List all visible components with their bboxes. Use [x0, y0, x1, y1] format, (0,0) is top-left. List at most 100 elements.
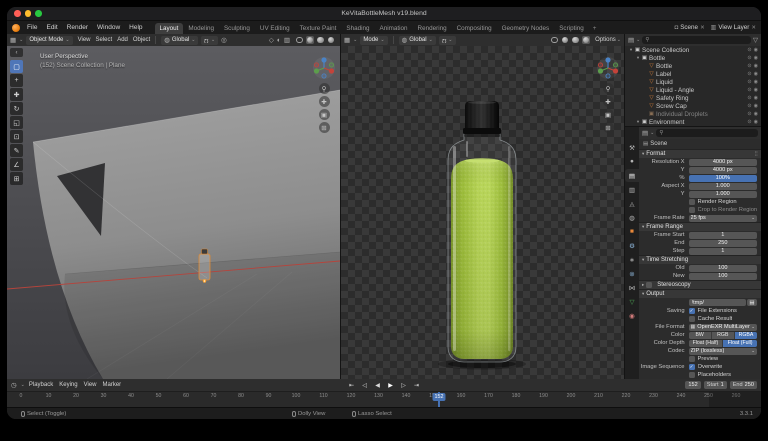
workspace-tab-rendering[interactable]: Rendering	[413, 23, 452, 34]
output-path-field[interactable]: /tmp/	[689, 299, 746, 306]
jump-to-end-button[interactable]: ⇥	[412, 382, 422, 389]
view-layer-selector[interactable]: ▥ View Layer ✕	[711, 24, 756, 31]
eye-icon[interactable]: ⊙	[747, 87, 751, 93]
float-full-option[interactable]: Float (Full)	[723, 340, 757, 347]
pan-icon[interactable]: ✚	[603, 96, 614, 107]
step-field[interactable]: 1	[689, 248, 757, 255]
mode-selector[interactable]: Mode⌄	[360, 36, 387, 45]
cache-result-checkbox[interactable]	[689, 316, 695, 322]
snap-toggle[interactable]: Ω⌄	[439, 36, 456, 45]
shading-rendered-button[interactable]	[582, 36, 591, 45]
eye-icon[interactable]: ⊙	[747, 111, 751, 117]
mode-selector[interactable]: Object Mode⌄	[26, 36, 72, 45]
camera-icon[interactable]: ◉	[754, 63, 758, 69]
editor-type-icon[interactable]: ▦	[10, 36, 16, 44]
file-browser-button[interactable]: ▤	[747, 299, 757, 306]
play-reverse-button[interactable]: ◀	[373, 382, 383, 389]
outliner-search-input[interactable]: ⚲	[642, 36, 751, 44]
navigation-gizmo[interactable]	[312, 56, 336, 80]
properties-tab-world[interactable]: ◍	[625, 211, 639, 224]
shading-solid-button[interactable]	[561, 36, 570, 45]
tool-box-select[interactable]: ▢	[10, 60, 23, 73]
properties-tab-object-data[interactable]: ▽	[625, 295, 639, 308]
camera-icon[interactable]: ◉	[754, 119, 758, 125]
aspect-x-field[interactable]: 1.000	[689, 183, 757, 190]
timeline-menu-keying[interactable]: Keying	[59, 382, 77, 388]
menu-help[interactable]: Help	[125, 24, 146, 31]
toggle-projection-icon[interactable]: ⊞	[319, 122, 330, 133]
properties-tab-material[interactable]: ◉	[625, 309, 639, 322]
viewport-menu-select[interactable]: Select	[96, 37, 113, 43]
old-field[interactable]: 100	[689, 265, 757, 272]
tool-add-primitive[interactable]: ⊞	[10, 172, 23, 185]
prev-keyframe-button[interactable]: ◁	[360, 382, 370, 389]
viewport-menu-add[interactable]: Add	[117, 37, 128, 43]
toolbar-collapse-button[interactable]: ‹	[10, 48, 23, 57]
rgba-option[interactable]: RGBA	[735, 332, 757, 339]
render-region-checkbox[interactable]	[689, 199, 695, 205]
overlays-icon[interactable]: ◐	[277, 37, 281, 44]
scene-selector[interactable]: ◘ Scene ✕	[675, 24, 705, 31]
workspace-tab-geometry-nodes[interactable]: Geometry Nodes	[497, 23, 555, 34]
camera-icon[interactable]: ◉	[754, 55, 758, 61]
frame-rate-dropdown[interactable]: 25 fps⌄	[689, 215, 757, 222]
tool-transform[interactable]: ⊡	[10, 130, 23, 143]
panel-checkbox[interactable]	[646, 282, 652, 288]
properties-tab-output[interactable]: ▤	[625, 169, 639, 182]
next-keyframe-button[interactable]: ▷	[399, 382, 409, 389]
pan-icon[interactable]: ✚	[319, 96, 330, 107]
preview-checkbox[interactable]	[689, 356, 695, 362]
unlink-scene-icon[interactable]: ✕	[700, 25, 705, 31]
shading-wireframe-button[interactable]	[550, 36, 559, 45]
new-field[interactable]: 100	[689, 273, 757, 280]
properties-search-input[interactable]: ⚲	[656, 129, 758, 137]
workspace-tab-shading[interactable]: Shading	[341, 23, 374, 34]
timeline-menu-view[interactable]: View	[84, 382, 97, 388]
overwrite-checkbox[interactable]	[689, 364, 695, 370]
frame-start-field[interactable]: 1	[689, 232, 757, 239]
outliner-row-environment[interactable]: ▾▣Environment⊙◉	[625, 118, 761, 126]
camera-view-icon[interactable]: ▣	[603, 109, 614, 120]
filter-icon[interactable]: ▽	[753, 36, 758, 44]
eye-icon[interactable]: ⊙	[747, 103, 751, 109]
transform-orientation-selector[interactable]: ◍Global⌄	[161, 36, 198, 45]
menu-render[interactable]: Render	[63, 24, 92, 31]
outliner-row-label[interactable]: ▽Label⊙◉	[625, 70, 761, 78]
panel-header-stereoscopy[interactable]: ▸Stereoscopy	[639, 280, 761, 289]
outliner-row-individual-droplets[interactable]: ▣Individual Droplets⊙◉	[625, 110, 761, 118]
camera-icon[interactable]: ◉	[754, 71, 758, 77]
tool-scale[interactable]: ◱	[10, 116, 23, 129]
properties-tab-object[interactable]: ■	[625, 225, 639, 238]
play-button[interactable]: ▶	[386, 382, 396, 389]
camera-icon[interactable]: ◉	[754, 47, 758, 53]
outliner-row-safety-ring[interactable]: ▽Safety Ring⊙◉	[625, 94, 761, 102]
panel-header-format[interactable]: ▾Format⣿	[639, 149, 761, 158]
timeline-menu-playback[interactable]: Playback	[29, 382, 53, 388]
tool-move[interactable]: ✚	[10, 88, 23, 101]
properties-tab-render[interactable]: ●	[625, 155, 639, 168]
bw-option[interactable]: BW	[689, 332, 711, 339]
workspace-tab-uv-editing[interactable]: UV Editing	[255, 23, 295, 34]
file-extensions-checkbox[interactable]	[689, 308, 695, 314]
camera-icon[interactable]: ◉	[754, 87, 758, 93]
jump-to-start-button[interactable]: ⇤	[347, 382, 357, 389]
panel-header-frame-range[interactable]: ▾Frame Range	[639, 222, 761, 231]
outliner-row-bottle[interactable]: ▽Bottle⊙◉	[625, 62, 761, 70]
editor-type-icon[interactable]: ▤	[628, 36, 634, 44]
outliner-row-liquid[interactable]: ▽Liquid⊙◉	[625, 78, 761, 86]
current-frame-field[interactable]: 152	[685, 381, 700, 389]
shading-material-preview-button[interactable]	[316, 36, 325, 45]
viewport-solid-canvas[interactable]: ‹ User Perspective (152) Scene Collectio…	[7, 46, 340, 379]
rgb-option[interactable]: RGB	[712, 332, 734, 339]
panel-header-time-stretching[interactable]: ▾Time Stretching	[639, 255, 761, 264]
tool-rotate[interactable]: ↻	[10, 102, 23, 115]
menu-file[interactable]: File	[23, 24, 41, 31]
y-field[interactable]: 4000 px	[689, 167, 757, 174]
workspace-tab-compositing[interactable]: Compositing	[452, 23, 497, 34]
viewport-menu-object[interactable]: Object	[133, 37, 150, 43]
outliner-row-liquid-angle[interactable]: ▽Liquid - Angle⊙◉	[625, 86, 761, 94]
eye-icon[interactable]: ⊙	[747, 63, 751, 69]
outliner-row-scene-collection[interactable]: ▾▣Scene Collection⊙◉	[625, 46, 761, 54]
editor-type-icon[interactable]: ▤	[642, 129, 648, 137]
menu-edit[interactable]: Edit	[42, 24, 61, 31]
